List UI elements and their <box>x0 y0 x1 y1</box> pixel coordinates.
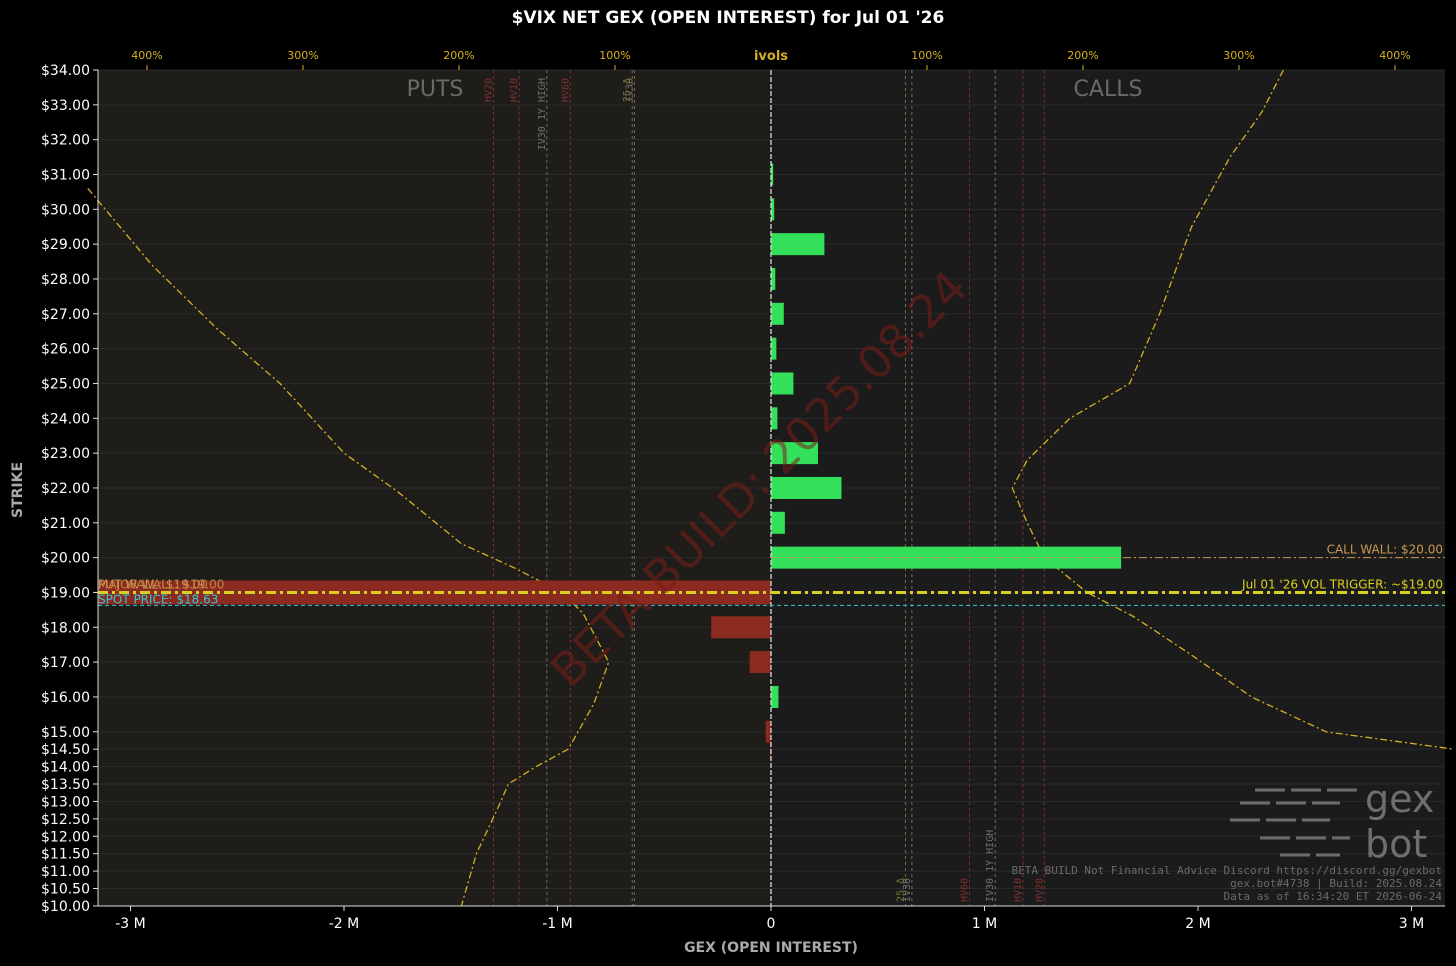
gex-bar <box>771 685 779 708</box>
y-tick-label: $10.50 <box>41 882 90 898</box>
y-tick-label: $22.00 <box>41 481 90 497</box>
y-tick-label: $13.00 <box>41 794 90 810</box>
y-tick-label: $26.00 <box>41 342 90 358</box>
ivol-tick-label: 100% <box>599 49 630 62</box>
x-tick-label: -2 M <box>329 916 360 932</box>
gex-bar <box>771 511 785 534</box>
indicator-label: HV20 <box>483 78 494 102</box>
gex-bar <box>771 337 777 360</box>
y-tick-label: $12.50 <box>41 812 90 828</box>
y-tick-label: $14.50 <box>41 742 90 758</box>
level-label: SPOT PRICE: $18.63 <box>98 592 218 606</box>
y-tick-label: $21.00 <box>41 516 90 532</box>
gex-bar <box>771 372 794 395</box>
x-tick-label: 2 M <box>1185 916 1210 932</box>
y-tick-label: $30.00 <box>41 202 90 218</box>
y-tick-label: $33.00 <box>41 98 90 114</box>
y-tick-label: $29.00 <box>41 237 90 253</box>
ivol-axis-label: ivols <box>754 49 788 64</box>
y-tick-label: $19.00 <box>41 585 90 601</box>
gex-bar <box>771 233 825 256</box>
indicator-label: HV60 <box>560 78 571 102</box>
y-tick-label: $25.00 <box>41 376 90 392</box>
y-tick-label: $31.00 <box>41 167 90 183</box>
y-tick-label: $32.00 <box>41 133 90 149</box>
y-tick-label: $17.00 <box>41 655 90 671</box>
y-tick-label: $14.00 <box>41 760 90 776</box>
ivol-tick-label: 100% <box>911 49 942 62</box>
y-tick-label: $15.00 <box>41 725 90 741</box>
y-tick-label: $28.00 <box>41 272 90 288</box>
y-tick-label: $13.50 <box>41 777 90 793</box>
indicator-label: HV10 <box>509 78 520 102</box>
gex-bar <box>749 651 771 674</box>
y-tick-label: $11.00 <box>41 864 90 880</box>
level-label: PUT WALL: $19.00 <box>98 577 208 591</box>
indicator-label: HV10 <box>1013 878 1024 902</box>
gex-bar <box>711 616 771 639</box>
footer-line: gex.bot#4738 | Build: 2025.08.24 <box>1230 877 1442 890</box>
y-tick-label: $18.00 <box>41 620 90 636</box>
y-tick-label: $11.50 <box>41 847 90 863</box>
y-tick-label: $10.00 <box>41 899 90 915</box>
gex-chart: HV20 HV10 IV30 1Y HIGH HV60 IV3025 Δ25 ΔIV30… <box>10 49 1455 956</box>
x-tick-label: 3 M <box>1399 916 1424 932</box>
y-tick-label: $20.00 <box>41 551 90 567</box>
footer-line: BETA BUILD Not Financial Advice Discord … <box>1012 864 1442 877</box>
y-tick-label: $23.00 <box>41 446 90 462</box>
y-tick-label: $34.00 <box>41 63 90 79</box>
level-label: Jul 01 '26 VOL TRIGGER: ~$19.00 <box>1241 577 1443 591</box>
ivol-tick-label: 300% <box>287 49 318 62</box>
y-axis-title: STRIKE <box>10 462 26 518</box>
ivol-tick-label: 400% <box>1379 49 1410 62</box>
indicator-label: HV60 <box>960 878 971 902</box>
y-tick-label: $12.00 <box>41 829 90 845</box>
x-tick-label: 0 <box>767 916 776 932</box>
gex-bar <box>771 302 784 325</box>
indicator-label: HV20 <box>1034 878 1045 902</box>
gex-bar <box>771 267 776 290</box>
footer-line: Data as of 16:34:20 ET 2026-06-24 <box>1223 890 1442 903</box>
indicator-label: 25 Δ <box>622 78 633 102</box>
y-tick-label: $27.00 <box>41 307 90 323</box>
y-tick-label: $16.00 <box>41 690 90 706</box>
y-tick-label: $24.00 <box>41 411 90 427</box>
logo-text-bottom: bot <box>1365 822 1427 866</box>
x-axis-title: GEX (OPEN INTEREST) <box>684 940 858 956</box>
ivol-tick-label: 200% <box>1067 49 1098 62</box>
x-tick-label: -1 M <box>542 916 573 932</box>
ivol-tick-label: 200% <box>443 49 474 62</box>
puts-label: PUTS <box>407 77 464 102</box>
ivol-tick-label: 300% <box>1223 49 1254 62</box>
level-label: CALL WALL: $20.00 <box>1327 543 1443 557</box>
indicator-label: IV30 1Y HIGH <box>537 78 548 150</box>
indicator-label: IV30 <box>902 878 913 902</box>
ivol-tick-label: 400% <box>131 49 162 62</box>
x-tick-label: -3 M <box>115 916 146 932</box>
logo-text-top: gex <box>1365 777 1434 821</box>
x-tick-label: 1 M <box>972 916 997 932</box>
indicator-label: IV30 1Y HIGH <box>985 830 996 902</box>
calls-label: CALLS <box>1074 77 1143 102</box>
